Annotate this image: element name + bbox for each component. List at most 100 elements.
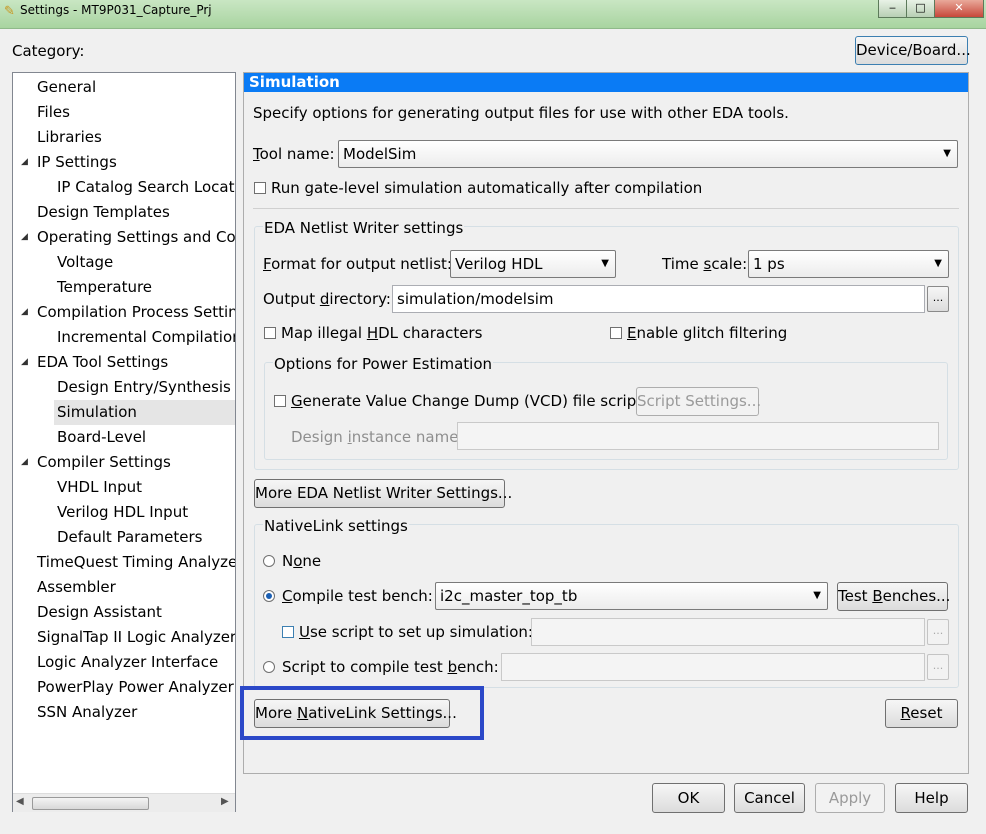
tree-item-label: Files [37, 103, 70, 121]
dropdown-arrow-icon: ▼ [601, 258, 609, 269]
design-instance-label: Design instance name: [291, 428, 464, 446]
minimize-button[interactable]: ‒ [878, 0, 907, 18]
tree-item[interactable]: VHDL Input [57, 475, 142, 500]
maximize-button[interactable]: □ [906, 0, 935, 18]
use-script-input[interactable] [531, 618, 925, 646]
script-compile-browse-button[interactable]: ... [927, 654, 949, 680]
tree-item[interactable]: IP Catalog Search Locatio [57, 175, 235, 200]
tree-item[interactable]: IP Settings [37, 150, 117, 175]
test-bench-value: i2c_master_top_tb [440, 587, 578, 605]
tree-item[interactable]: Voltage [57, 250, 113, 275]
scroll-thumb[interactable] [32, 797, 149, 810]
tree-item[interactable]: General [37, 75, 96, 100]
none-label: None [282, 552, 322, 570]
tree-item-label: Operating Settings and Con [37, 228, 236, 246]
tree-item[interactable]: Incremental Compilation [57, 325, 236, 350]
tree-item-label: EDA Tool Settings [37, 353, 169, 371]
tree-item-label: Temperature [57, 278, 153, 296]
tree-horizontal-scrollbar[interactable]: ◀ ▶ [13, 793, 235, 812]
tree-item[interactable]: PowerPlay Power Analyzer S [37, 675, 235, 700]
tool-name-value: ModelSim [343, 145, 417, 163]
tree-item-label: Voltage [57, 253, 114, 271]
expander-triangle-icon[interactable]: ◢ [21, 232, 28, 242]
compile-test-bench-label: Compile test bench: [282, 587, 433, 605]
tree-item[interactable]: Assembler [37, 575, 116, 600]
glitch-filtering-checkbox[interactable] [610, 327, 622, 339]
vcd-script-label: Generate Value Change Dump (VCD) file sc… [291, 392, 643, 410]
output-directory-label: Output directory: [263, 290, 391, 308]
dropdown-arrow-icon: ▼ [813, 590, 821, 601]
tree-item[interactable]: Libraries [37, 125, 102, 150]
ok-button[interactable]: OK [652, 783, 725, 813]
expander-triangle-icon[interactable]: ◢ [21, 457, 28, 467]
test-bench-dropdown[interactable]: i2c_master_top_tb ▼ [435, 582, 828, 610]
tree-item-label: General [37, 78, 97, 96]
tree-item[interactable]: Design Templates [37, 200, 170, 225]
expander-triangle-icon[interactable]: ◢ [21, 357, 28, 367]
design-instance-input[interactable] [457, 422, 939, 450]
use-script-browse-button[interactable]: ... [927, 619, 949, 645]
divider [253, 208, 959, 209]
tree-item[interactable]: SSN Analyzer [37, 700, 137, 725]
tree-item[interactable]: Verilog HDL Input [57, 500, 188, 525]
panel-header: Simulation [244, 73, 968, 92]
tree-item-label: Assembler [37, 578, 116, 596]
tree-item-label: Compiler Settings [37, 453, 171, 471]
power-estimation-group-title: Options for Power Estimation [273, 354, 494, 374]
dropdown-arrow-icon: ▼ [934, 258, 942, 269]
tree-item-label: Incremental Compilation [57, 328, 236, 346]
use-script-checkbox[interactable] [282, 626, 294, 638]
output-directory-input[interactable]: simulation/modelsim [392, 285, 925, 313]
tree-item[interactable]: Operating Settings and Con [37, 225, 236, 250]
more-eda-netlist-settings-button[interactable]: More EDA Netlist Writer Settings... [254, 479, 512, 508]
panel-description: Specify options for generating output fi… [253, 104, 789, 122]
tree-item-label: Verilog HDL Input [57, 503, 189, 521]
settings-pencil-icon: ✎ [4, 4, 15, 19]
device-board-button[interactable]: Device/Board... [855, 36, 971, 65]
tree-item-label: IP Settings [37, 153, 117, 171]
apply-button[interactable]: Apply [815, 783, 885, 813]
time-scale-dropdown[interactable]: 1 ps ▼ [748, 250, 949, 278]
vcd-script-checkbox[interactable] [274, 395, 286, 407]
dropdown-arrow-icon: ▼ [943, 148, 951, 159]
close-button[interactable]: ✕ [934, 0, 984, 18]
tree-item-label: SSN Analyzer [37, 703, 138, 721]
tree-item[interactable]: Temperature [57, 275, 152, 300]
tree-item-label: Board-Level [57, 428, 147, 446]
category-tree[interactable]: General Files Libraries IP Settings ◢ IP Cata… [12, 72, 236, 812]
none-radio[interactable] [263, 555, 275, 567]
reset-button[interactable]: Reset [885, 699, 958, 728]
script-compile-input[interactable] [501, 653, 925, 681]
tree-item[interactable]: EDA Tool Settings [37, 350, 168, 375]
use-script-label: Use script to set up simulation: [299, 623, 533, 641]
scroll-right-icon[interactable]: ▶ [221, 796, 229, 807]
window-title: Settings - MT9P031_Capture_Prj [20, 3, 212, 17]
script-compile-radio[interactable] [263, 661, 275, 673]
format-dropdown[interactable]: Verilog HDL ▼ [450, 250, 616, 278]
tree-item[interactable]: Files [37, 100, 70, 125]
tree-item[interactable]: SignalTap II Logic Analyzer [37, 625, 235, 650]
expander-triangle-icon[interactable]: ◢ [21, 157, 28, 167]
tree-item[interactable]: Logic Analyzer Interface [37, 650, 218, 675]
tree-item[interactable]: Default Parameters [57, 525, 202, 550]
tree-item[interactable]: Compilation Process Setting [37, 300, 235, 325]
tree-item[interactable]: Design Entry/Synthesis [57, 375, 231, 400]
run-gate-level-checkbox[interactable] [254, 182, 266, 194]
tree-item-label: Default Parameters [57, 528, 203, 546]
scroll-left-icon[interactable]: ◀ [16, 796, 24, 807]
compile-test-bench-radio[interactable] [263, 590, 275, 602]
cancel-button[interactable]: Cancel [734, 783, 805, 813]
tree-item[interactable]: Board-Level [57, 425, 146, 450]
help-button[interactable]: Help [895, 783, 968, 813]
tool-name-dropdown[interactable]: ModelSim ▼ [338, 140, 958, 168]
script-settings-button[interactable]: Script Settings... [636, 387, 761, 416]
tree-item-label: Simulation [57, 403, 137, 421]
test-benches-button[interactable]: Test Benches... [837, 582, 950, 611]
tree-item[interactable]: Simulation [54, 400, 235, 425]
tree-item[interactable]: Design Assistant [37, 600, 162, 625]
tree-item[interactable]: TimeQuest Timing Analyzer [37, 550, 235, 575]
expander-triangle-icon[interactable]: ◢ [21, 307, 28, 317]
tree-item[interactable]: Compiler Settings [37, 450, 171, 475]
output-directory-browse-button[interactable]: ... [927, 286, 949, 312]
map-illegal-hdl-checkbox[interactable] [264, 327, 276, 339]
